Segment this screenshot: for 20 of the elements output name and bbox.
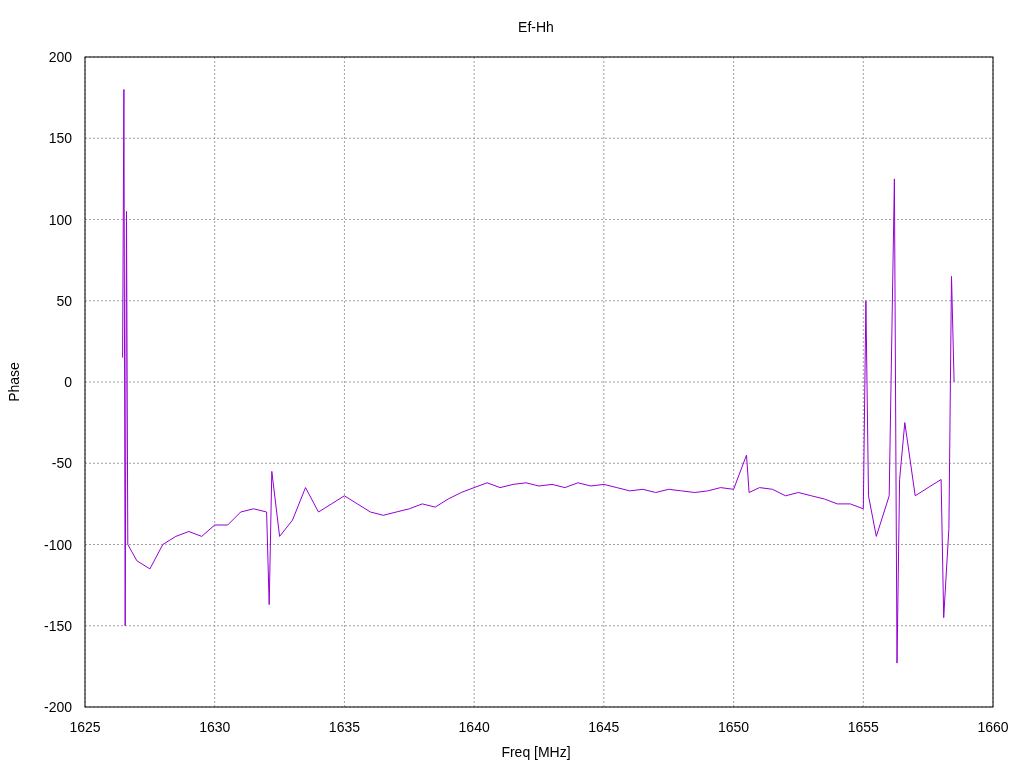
tick-label: 1630 xyxy=(199,719,231,735)
chart-title: Ef-Hh xyxy=(518,19,554,35)
tick-label: 50 xyxy=(56,292,72,309)
tick-label: 1660 xyxy=(977,719,1009,735)
tick-label: 100 xyxy=(48,211,72,228)
tick-label: -150 xyxy=(43,617,72,634)
tick-label: -200 xyxy=(43,699,72,715)
tick-label: 150 xyxy=(48,130,72,147)
tick-label: 1655 xyxy=(847,719,879,735)
axis-label: Freq [MHz] xyxy=(501,744,571,760)
tick-label: 1650 xyxy=(718,719,750,735)
tick-label: -100 xyxy=(43,536,72,553)
tick-label: 1625 xyxy=(69,719,101,735)
tick-label: 1635 xyxy=(328,719,360,735)
tick-label: 1645 xyxy=(588,719,620,735)
tick-label: 0 xyxy=(64,374,72,390)
tick-label: 200 xyxy=(48,49,72,65)
axis-label: Phase xyxy=(6,362,22,402)
tick-label: 1640 xyxy=(458,719,490,735)
tick-label: -50 xyxy=(51,455,72,472)
